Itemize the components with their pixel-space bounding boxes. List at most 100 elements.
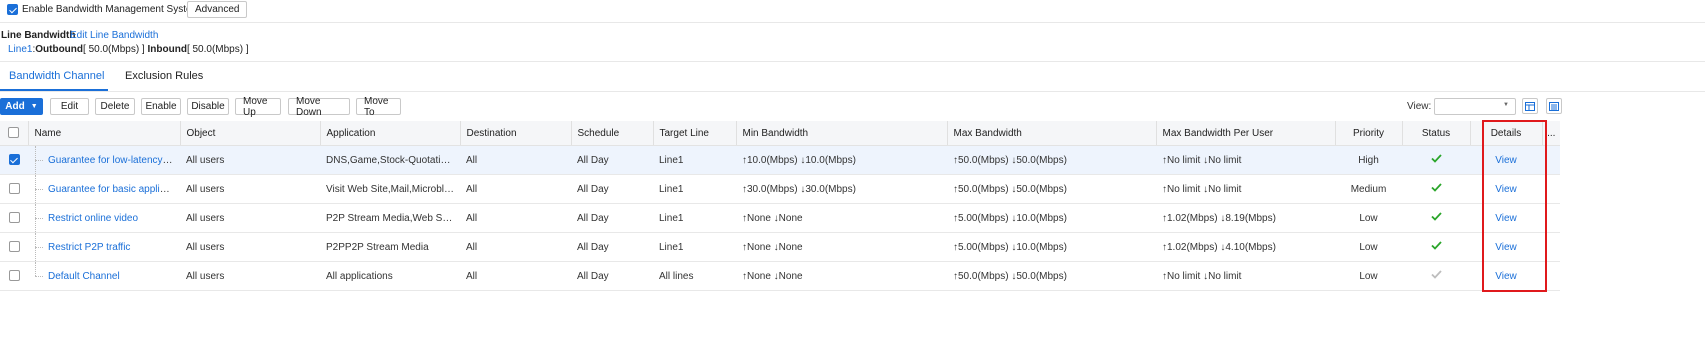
- column-settings-icon: [1525, 101, 1535, 111]
- add-button-label: Add: [5, 101, 25, 112]
- tree-connector: [35, 247, 43, 248]
- column-header-max-bandwidth-per-user[interactable]: Max Bandwidth Per User: [1156, 121, 1336, 146]
- column-header-status[interactable]: Status: [1402, 121, 1471, 146]
- move-down-button[interactable]: Move Down: [288, 96, 350, 118]
- delete-button[interactable]: Delete: [95, 98, 135, 115]
- row-object: All users: [180, 261, 320, 291]
- row-more-cell: [1542, 261, 1560, 291]
- row-min-bandwidth: ↑None ↓None: [736, 203, 947, 233]
- inbound-label: Inbound: [147, 44, 187, 55]
- column-header-priority[interactable]: Priority: [1335, 121, 1403, 146]
- row-max-bandwidth-per-user: ↑No limit ↓No limit: [1156, 174, 1335, 204]
- table-row[interactable]: Restrict online video All users P2P Stream…: [0, 203, 1560, 233]
- view-select[interactable]: ▼: [1434, 98, 1516, 115]
- column-header-object[interactable]: Object: [180, 121, 321, 146]
- column-header-details[interactable]: Details: [1470, 121, 1543, 146]
- disable-button[interactable]: Disable: [187, 98, 229, 115]
- row-target-line: Line1: [653, 145, 736, 175]
- row-name-cell: Default Channel: [28, 261, 180, 291]
- column-header-name[interactable]: Name: [28, 121, 181, 146]
- row-priority: High: [1335, 145, 1402, 175]
- table-row[interactable]: Restrict P2P traffic All users P2PP2P Stre…: [0, 232, 1560, 262]
- column-header-destination[interactable]: Destination: [460, 121, 572, 146]
- column-header-application[interactable]: Application: [320, 121, 461, 146]
- row-checkbox[interactable]: [8, 212, 20, 224]
- column-header-schedule[interactable]: Schedule: [571, 121, 654, 146]
- row-checkbox[interactable]: [8, 154, 20, 166]
- table-row[interactable]: Guarantee for low-latency ap... All users…: [0, 145, 1560, 175]
- table-row[interactable]: Default Channel All users All applications…: [0, 261, 1560, 291]
- row-more-cell: [1542, 145, 1560, 175]
- enable-bandwidth-checkbox[interactable]: [7, 4, 18, 15]
- tab-exclusion-rules[interactable]: Exclusion Rules: [125, 70, 203, 82]
- row-schedule: All Day: [571, 232, 653, 262]
- status-enabled-check-icon[interactable]: [1430, 183, 1442, 192]
- row-object: All users: [180, 145, 320, 175]
- row-priority: Medium: [1335, 174, 1402, 204]
- column-settings-icon-button[interactable]: [1522, 98, 1538, 114]
- row-schedule: All Day: [571, 203, 653, 233]
- add-button[interactable]: Add ▼: [0, 98, 43, 115]
- advanced-button[interactable]: Advanced: [187, 1, 248, 18]
- row-target-line: All lines: [653, 261, 736, 291]
- list-view-icon-button[interactable]: [1546, 98, 1562, 114]
- enable-button[interactable]: Enable: [141, 98, 181, 115]
- channel-name-link[interactable]: Restrict online video: [42, 213, 138, 224]
- row-schedule: All Day: [571, 261, 653, 291]
- channel-name-link[interactable]: Guarantee for basic applicati...: [42, 184, 180, 195]
- view-details-link[interactable]: View: [1495, 213, 1517, 224]
- view-details-link[interactable]: View: [1495, 271, 1517, 282]
- view-details-link[interactable]: View: [1495, 155, 1517, 166]
- row-max-bandwidth-per-user: ↑1.02(Mbps) ↓8.19(Mbps): [1156, 203, 1335, 233]
- row-checkbox[interactable]: [8, 270, 20, 282]
- outbound-label: Outbound: [35, 44, 84, 55]
- row-max-bandwidth: ↑5.00(Mbps) ↓10.0(Mbps): [947, 203, 1156, 233]
- column-header-target-line[interactable]: Target Line: [653, 121, 737, 146]
- move-to-button[interactable]: Move To: [356, 96, 401, 118]
- channel-name-link[interactable]: Guarantee for low-latency ap...: [42, 155, 180, 166]
- tree-connector: [35, 160, 43, 161]
- bandwidth-channel-table: Name Object Application Destination Sche…: [0, 121, 1560, 291]
- row-application: Visit Web Site,Mail,Microblog,...: [320, 174, 460, 204]
- tree-connector: [35, 189, 43, 190]
- chevron-down-icon: ▼: [1503, 102, 1509, 108]
- row-details-cell: View: [1470, 203, 1542, 233]
- status-disabled-check-icon[interactable]: [1430, 270, 1442, 279]
- row-status-cell: [1402, 145, 1470, 175]
- select-all-checkbox[interactable]: [8, 127, 20, 139]
- row-more-cell: [1542, 174, 1560, 204]
- column-header-min-bandwidth[interactable]: Min Bandwidth: [736, 121, 948, 146]
- row-checkbox[interactable]: [8, 241, 20, 253]
- line1-summary: Line1:Outbound[ 50.0(Mbps) ] Inbound[ 50…: [8, 44, 249, 55]
- row-max-bandwidth-per-user: ↑No limit ↓No limit: [1156, 145, 1335, 175]
- edit-button[interactable]: Edit: [50, 98, 89, 115]
- row-object: All users: [180, 203, 320, 233]
- row-checkbox[interactable]: [8, 183, 20, 195]
- status-enabled-check-icon[interactable]: [1430, 154, 1442, 163]
- status-enabled-check-icon[interactable]: [1430, 212, 1442, 221]
- chevron-down-icon: ▼: [30, 103, 38, 110]
- status-enabled-check-icon[interactable]: [1430, 241, 1442, 250]
- row-min-bandwidth: ↑30.0(Mbps) ↓30.0(Mbps): [736, 174, 947, 204]
- line1-link[interactable]: Line1: [8, 44, 32, 55]
- enable-bandwidth-checkbox-group[interactable]: Enable Bandwidth Management System: [7, 4, 200, 15]
- view-details-link[interactable]: View: [1495, 184, 1517, 195]
- row-destination: All: [460, 174, 571, 204]
- row-select-cell: [0, 145, 28, 175]
- tab-bandwidth-channel[interactable]: Bandwidth Channel: [9, 70, 104, 82]
- table-row[interactable]: Guarantee for basic applicati... All user…: [0, 174, 1560, 204]
- column-header-more[interactable]: ...: [1542, 121, 1560, 146]
- view-label: View:: [1407, 101, 1432, 112]
- row-target-line: Line1: [653, 232, 736, 262]
- column-header-max-bandwidth[interactable]: Max Bandwidth: [947, 121, 1157, 146]
- channel-name-link[interactable]: Default Channel: [42, 271, 120, 282]
- row-max-bandwidth: ↑50.0(Mbps) ↓50.0(Mbps): [947, 174, 1156, 204]
- channel-name-link[interactable]: Restrict P2P traffic: [42, 242, 130, 253]
- edit-line-bandwidth-link[interactable]: Edit Line Bandwidth: [70, 30, 158, 41]
- row-select-cell: [0, 174, 28, 204]
- row-schedule: All Day: [571, 145, 653, 175]
- row-details-cell: View: [1470, 261, 1542, 291]
- move-up-button[interactable]: Move Up: [235, 96, 281, 118]
- view-details-link[interactable]: View: [1495, 242, 1517, 253]
- row-object: All users: [180, 232, 320, 262]
